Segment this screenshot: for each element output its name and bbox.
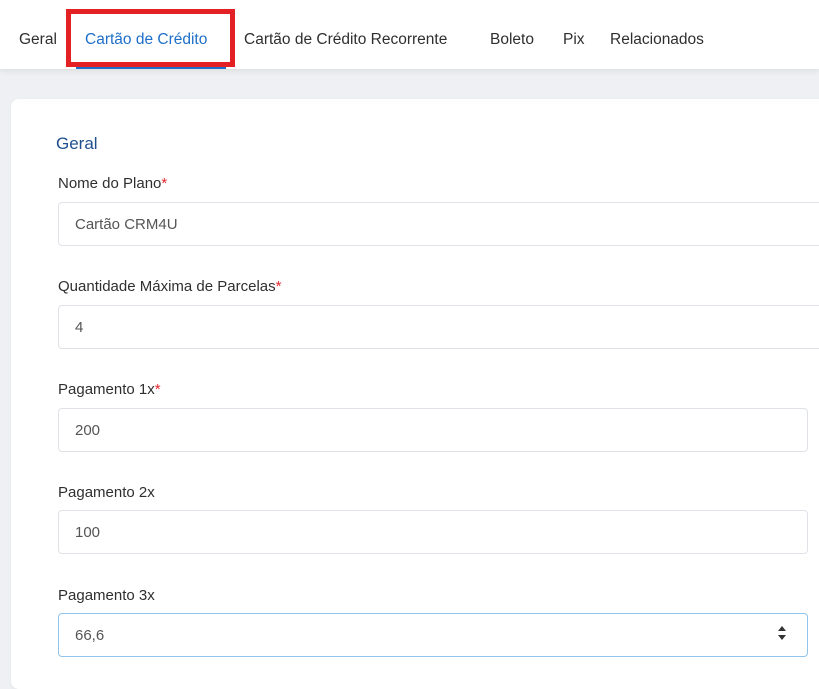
pagamento-2x-input[interactable]	[58, 510, 808, 554]
annotation-highlight-box	[66, 9, 235, 67]
section-title: Geral	[56, 134, 98, 153]
field-label-pagamento-2x: Pagamento 2x	[58, 484, 155, 501]
tab-cartao-de-credito-recorrente[interactable]: Cartão de Crédito Recorrente	[244, 30, 447, 50]
pagamento-1x-input[interactable]	[58, 408, 808, 452]
field-label-quantidade-maxima-de-parcelas: Quantidade Máxima de Parcelas*	[58, 278, 282, 295]
field-label-nome-do-plano: Nome do Plano*	[58, 175, 168, 192]
required-marker: *	[161, 175, 168, 192]
tab-relacionados[interactable]: Relacionados	[610, 30, 704, 50]
tab-pix[interactable]: Pix	[563, 30, 585, 50]
field-label-pagamento-3x: Pagamento 3x	[58, 587, 155, 604]
tab-boleto[interactable]: Boleto	[490, 30, 534, 50]
tab-geral[interactable]: Geral	[19, 30, 57, 50]
pagamento-3x-input[interactable]	[58, 613, 808, 657]
nome-do-plano-input[interactable]	[58, 202, 819, 246]
required-marker: *	[154, 381, 161, 398]
quantidade-maxima-de-parcelas-input[interactable]	[58, 305, 819, 349]
required-marker: *	[275, 278, 282, 295]
field-label-pagamento-1x: Pagamento 1x*	[58, 381, 161, 398]
number-spinner-icon[interactable]	[776, 624, 788, 642]
